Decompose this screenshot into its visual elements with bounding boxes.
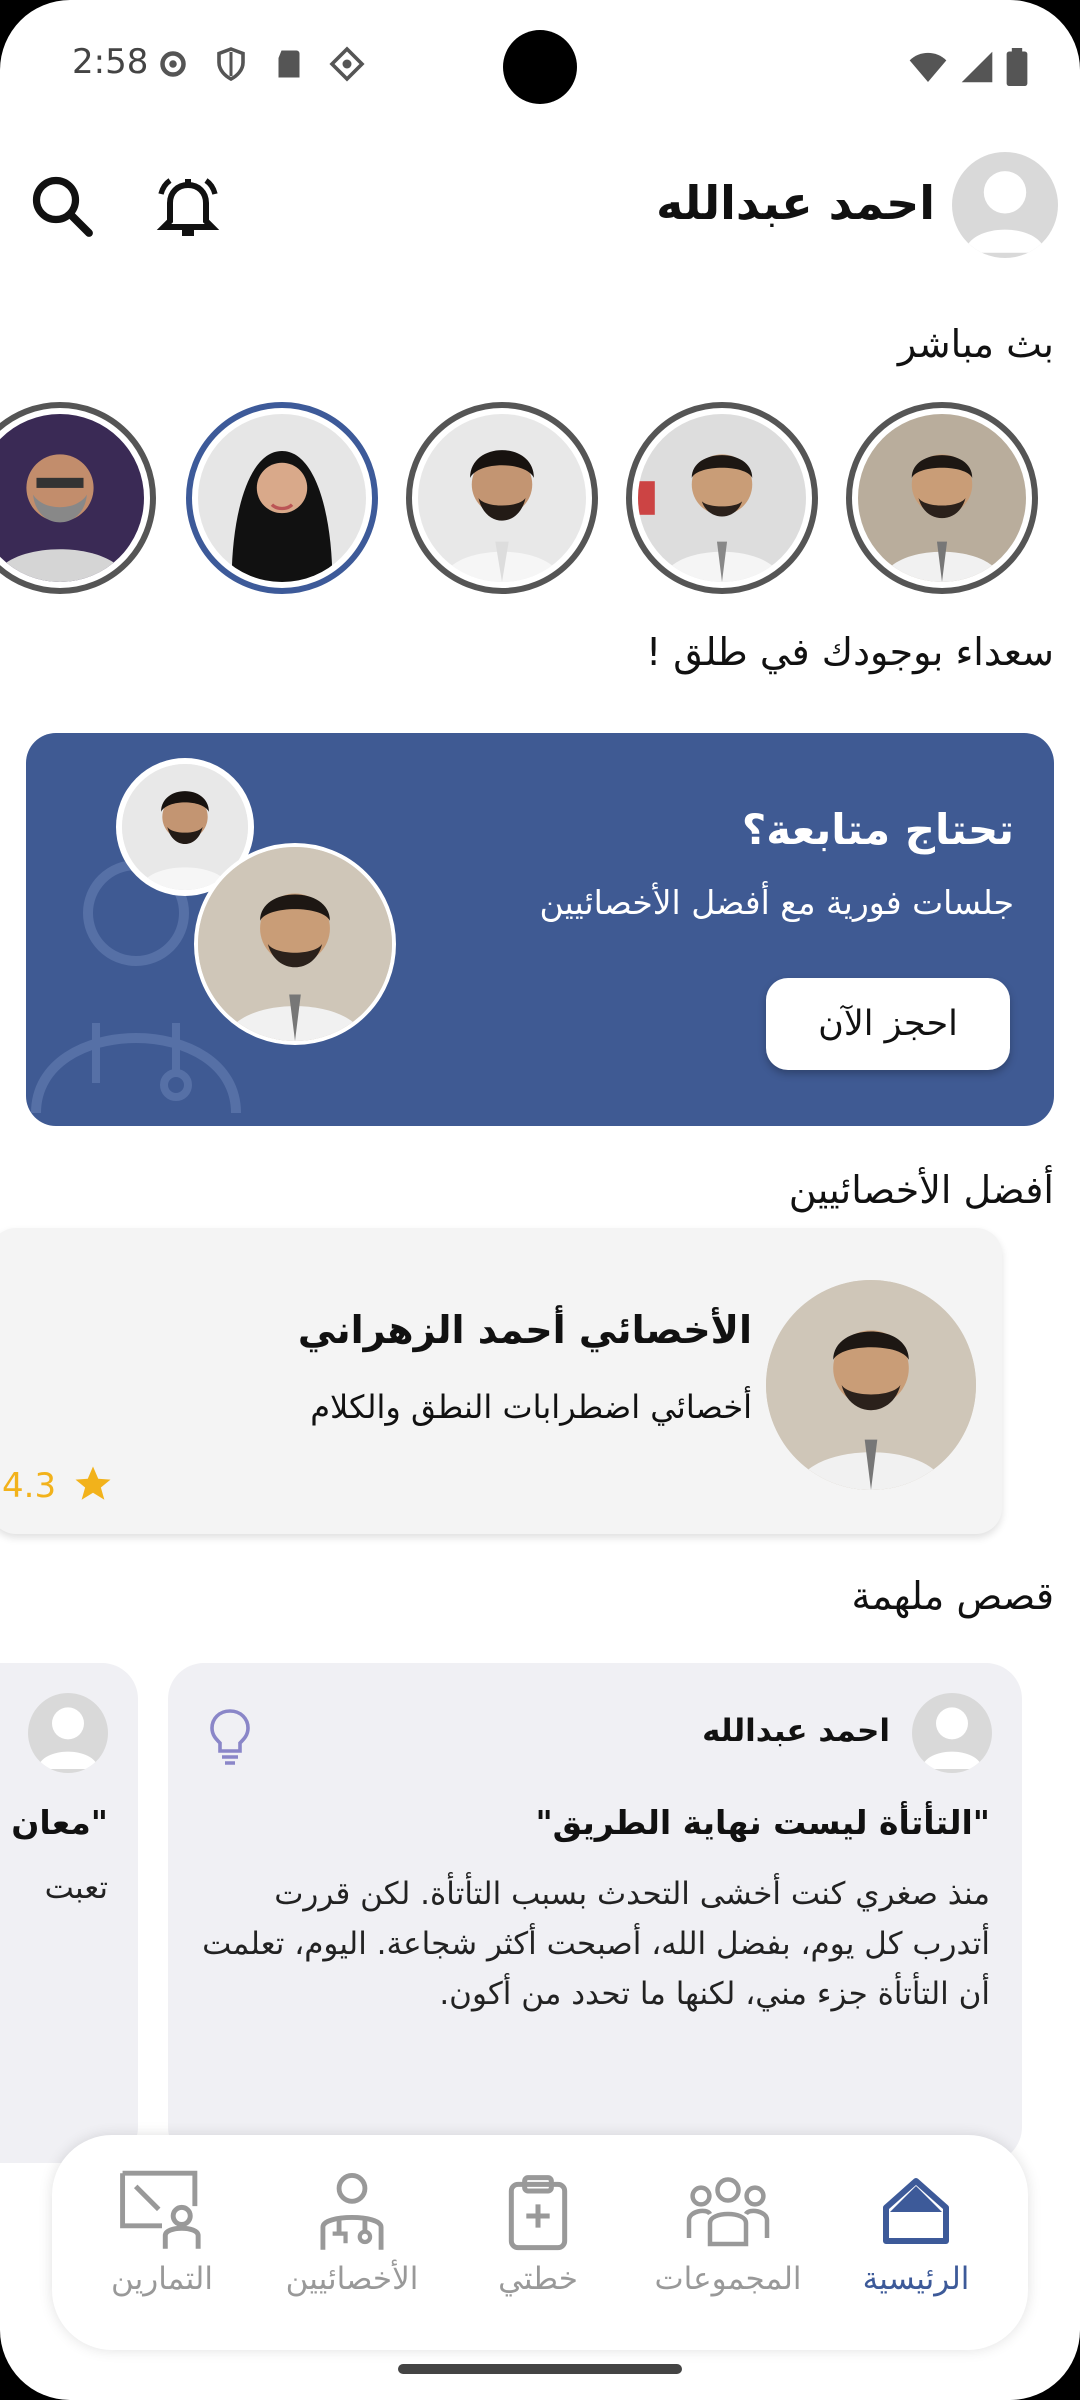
lightbulb-icon[interactable] xyxy=(206,1707,254,1771)
live-stories-row xyxy=(0,402,1080,600)
wifi-icon xyxy=(908,50,948,88)
doctor-photo xyxy=(638,414,806,582)
camera-cutout xyxy=(503,30,577,104)
author-avatar xyxy=(912,1693,992,1773)
author-avatar xyxy=(28,1693,108,1773)
greeting-text: سعداء بوجودك في طلق ! xyxy=(645,630,1054,674)
specialist-rating: 4.3 xyxy=(2,1463,114,1509)
doctor-icon xyxy=(262,2161,442,2261)
story-title: "التأتأة ليست نهاية الطريق" xyxy=(535,1803,990,1842)
status-time: 2:58 xyxy=(72,42,149,82)
bottom-navigation: الرئيسية المجموعات خطتي الأخصائيين التما… xyxy=(52,2135,1028,2350)
presentation-board-icon xyxy=(72,2161,252,2261)
user-name: احمد عبدالله xyxy=(656,176,935,230)
active-tab-indicator xyxy=(890,2186,942,2212)
specialist-photo xyxy=(766,1280,976,1490)
nav-groups[interactable]: المجموعات xyxy=(638,2161,818,2331)
banner-title: تحتاج متابعة؟ xyxy=(741,805,1014,854)
notification-bell-icon[interactable] xyxy=(152,170,224,242)
live-story[interactable] xyxy=(846,402,1038,594)
nav-exercises[interactable]: التمارين xyxy=(72,2161,252,2331)
live-story[interactable] xyxy=(406,402,598,594)
booking-banner: تحتاج متابعة؟ جلسات فورية مع أفضل الأخصا… xyxy=(26,733,1054,1126)
story-body: تعبت xyxy=(44,1870,108,1906)
status-bar: 2:58 xyxy=(0,0,1080,130)
doctor-photo xyxy=(198,414,366,582)
clipboard-plus-icon xyxy=(448,2161,628,2261)
banner-subtitle: جلسات فورية مع أفضل الأخصائيين xyxy=(539,883,1014,922)
app-header: احمد عبدالله xyxy=(0,140,1080,270)
groups-icon xyxy=(638,2161,818,2261)
live-story[interactable] xyxy=(0,402,156,594)
nav-specialists[interactable]: الأخصائيين xyxy=(262,2161,442,2331)
live-story-active[interactable] xyxy=(186,402,378,594)
search-icon[interactable] xyxy=(26,170,98,242)
user-avatar[interactable] xyxy=(952,152,1058,258)
specialist-card[interactable]: الأخصائي أحمد الزهراني أخصائي اضطرابات ا… xyxy=(0,1228,1002,1534)
specialist-role: أخصائي اضطرابات النطق والكلام xyxy=(310,1388,752,1426)
doctor-photo xyxy=(0,414,144,582)
rating-value: 4.3 xyxy=(2,1466,57,1506)
sd-card-icon xyxy=(271,46,307,82)
battery-icon xyxy=(1006,48,1028,90)
screen: 2:58 احمد عبدالله بث مباشر سعداء بوجودك … xyxy=(0,0,1080,2400)
gesture-home-bar[interactable] xyxy=(398,2364,682,2374)
story-body: منذ صغري كنت أخشى التحدث بسبب التأتأة. ل… xyxy=(202,1876,990,2012)
doctor-photo xyxy=(858,414,1026,582)
story-title: "معان xyxy=(11,1803,108,1842)
book-now-button[interactable]: احجز الآن xyxy=(766,978,1010,1070)
settings-icon xyxy=(155,46,191,82)
story-card[interactable]: احمد عبدالله "التأتأة ليست نهاية الطريق"… xyxy=(168,1663,1022,2163)
star-icon xyxy=(72,1463,114,1509)
doctor-photo xyxy=(194,843,396,1045)
story-author: احمد عبدالله xyxy=(702,1713,890,1749)
live-story[interactable] xyxy=(626,402,818,594)
doctor-photo xyxy=(418,414,586,582)
inspiring-stories-title: قصص ملهمة xyxy=(851,1574,1054,1618)
live-section-title: بث مباشر xyxy=(897,322,1054,366)
nav-my-plan[interactable]: خطتي xyxy=(448,2161,628,2331)
top-specialists-title: أفضل الأخصائيين xyxy=(788,1168,1054,1212)
specialist-name: الأخصائي أحمد الزهراني xyxy=(297,1308,752,1352)
shield-icon xyxy=(213,46,249,82)
signal-icon xyxy=(960,50,994,88)
story-card[interactable]: "معان تعبت xyxy=(0,1663,138,2163)
diamond-icon xyxy=(329,46,365,82)
